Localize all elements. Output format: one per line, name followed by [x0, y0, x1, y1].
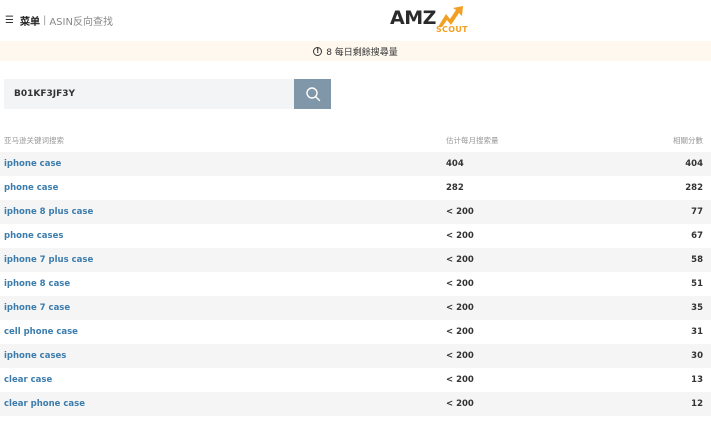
search-volume: < 200 — [446, 375, 474, 385]
column-header-score[interactable]: 相關分數 — [673, 135, 703, 146]
keyword-link[interactable]: phone cases — [4, 231, 63, 241]
relevance-score: 77 — [691, 207, 703, 217]
keyword-link[interactable]: phone case — [4, 183, 58, 193]
keyword-link[interactable]: iphone 8 plus case — [4, 207, 93, 217]
top-bar: ☰ 菜单 | ASIN反向查找 AMZ SCOUT — [0, 0, 711, 40]
asin-search-input[interactable] — [4, 79, 294, 109]
amzscout-logo[interactable]: AMZ SCOUT — [390, 6, 470, 36]
keyword-link[interactable]: clear case — [4, 375, 52, 385]
relevance-score: 58 — [691, 255, 703, 265]
notice-text: 8 每日剩餘搜尋量 — [326, 47, 398, 58]
search-volume: 404 — [446, 159, 464, 169]
search-volume: < 200 — [446, 327, 474, 337]
logo-subtext: SCOUT — [436, 25, 468, 34]
search-volume: < 200 — [446, 399, 474, 409]
relevance-score: 12 — [691, 399, 703, 409]
table-row: iphone 8 case < 200 51 — [0, 272, 711, 296]
keyword-link[interactable]: iphone cases — [4, 351, 66, 361]
table-row: iphone case 404 404 — [0, 152, 711, 176]
keyword-link[interactable]: cell phone case — [4, 327, 78, 337]
relevance-score: 13 — [691, 375, 703, 385]
table-header: 亚马逊关键词搜索 估计每月搜索量 相關分數 — [0, 128, 711, 152]
relevance-score: 282 — [685, 183, 703, 193]
logo-text: AMZ — [390, 7, 436, 29]
keyword-link[interactable]: iphone case — [4, 159, 61, 169]
search-icon — [305, 87, 320, 102]
search-volume: 282 — [446, 183, 464, 193]
search-volume: < 200 — [446, 351, 474, 361]
remaining-searches-notice: ! 8 每日剩餘搜尋量 — [0, 41, 711, 61]
relevance-score: 404 — [685, 159, 703, 169]
search-volume: < 200 — [446, 207, 474, 217]
table-row: iphone 8 plus case < 200 77 — [0, 200, 711, 224]
column-header-keyword[interactable]: 亚马逊关键词搜索 — [4, 135, 64, 146]
table-row: phone case 282 282 — [0, 176, 711, 200]
menu-label[interactable]: 菜单 — [20, 13, 40, 28]
search-volume: < 200 — [446, 303, 474, 313]
column-header-volume[interactable]: 估计每月搜索量 — [446, 135, 499, 146]
keyword-table: 亚马逊关键词搜索 估计每月搜索量 相關分數 iphone case 404 40… — [0, 128, 711, 416]
relevance-score: 35 — [691, 303, 703, 313]
search-volume: < 200 — [446, 255, 474, 265]
hamburger-icon[interactable]: ☰ — [5, 15, 14, 26]
relevance-score: 51 — [691, 279, 703, 289]
table-row: cell phone case < 200 31 — [0, 320, 711, 344]
keyword-link[interactable]: clear phone case — [4, 399, 85, 409]
menu-toggle[interactable]: ☰ 菜单 | ASIN反向查找 — [5, 13, 113, 28]
search-volume: < 200 — [446, 231, 474, 241]
menu-separator: | — [42, 15, 47, 26]
table-row: clear case < 200 13 — [0, 368, 711, 392]
relevance-score: 30 — [691, 351, 703, 361]
table-row: phone cases < 200 67 — [0, 224, 711, 248]
page-title: ASIN反向查找 — [49, 17, 113, 28]
table-row: iphone 7 case < 200 35 — [0, 296, 711, 320]
keyword-link[interactable]: iphone 7 case — [4, 303, 70, 313]
search-bar — [4, 79, 331, 109]
keyword-link[interactable]: iphone 7 plus case — [4, 255, 93, 265]
table-row: clear phone case < 200 12 — [0, 392, 711, 416]
relevance-score: 67 — [691, 231, 703, 241]
table-row: iphone 7 plus case < 200 58 — [0, 248, 711, 272]
table-row: iphone cases < 200 30 — [0, 344, 711, 368]
relevance-score: 31 — [691, 327, 703, 337]
search-volume: < 200 — [446, 279, 474, 289]
search-button[interactable] — [294, 79, 331, 109]
keyword-link[interactable]: iphone 8 case — [4, 279, 70, 289]
info-icon: ! — [313, 46, 323, 56]
